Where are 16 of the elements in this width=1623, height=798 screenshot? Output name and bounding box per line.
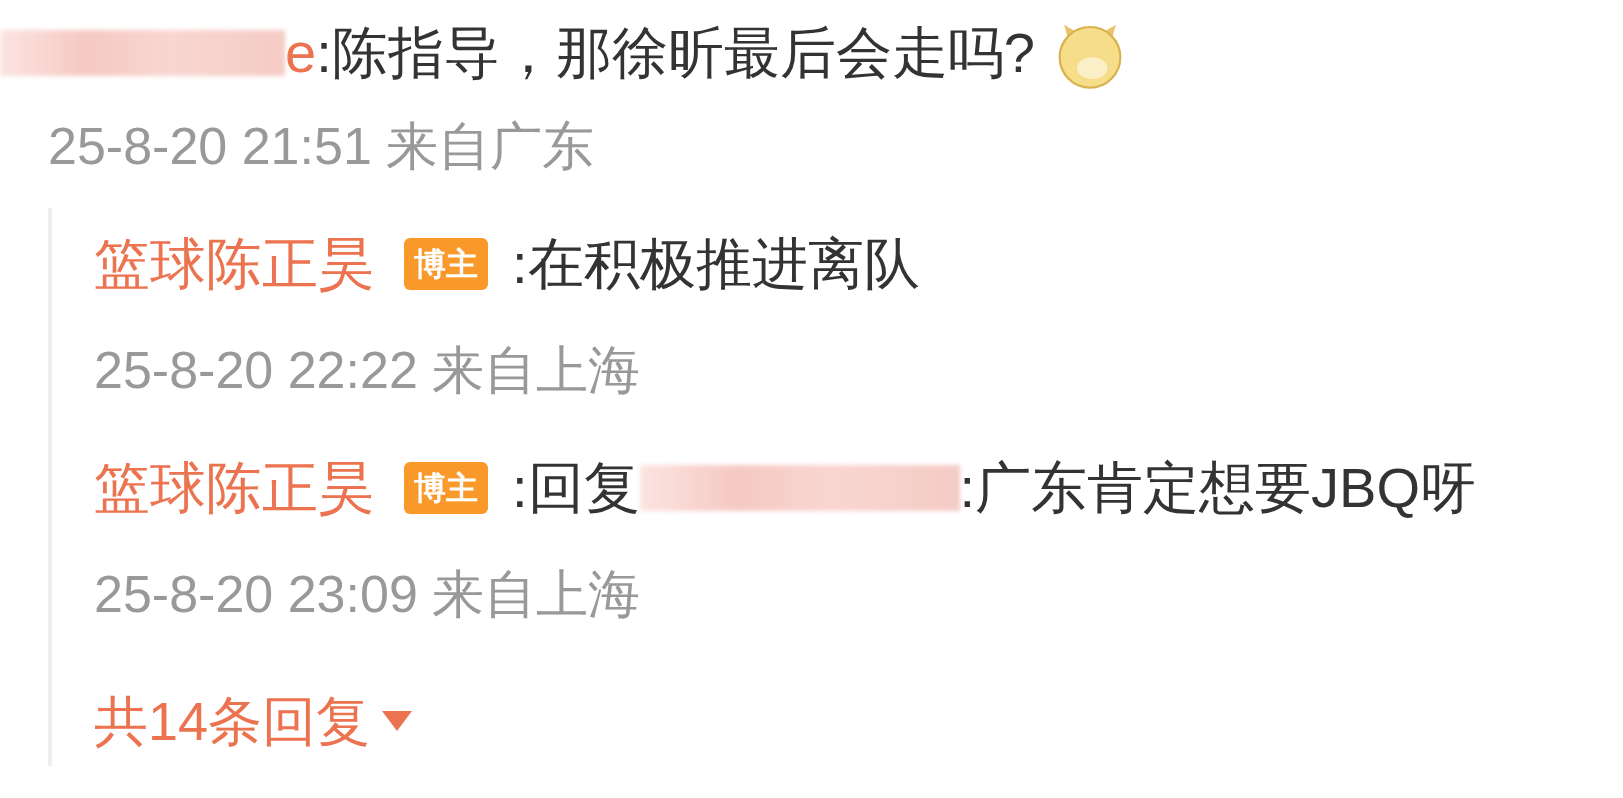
username[interactable]: e xyxy=(285,17,317,89)
username[interactable]: 篮球陈正昊 xyxy=(94,228,374,300)
more-replies-link[interactable]: 共14条回复 xyxy=(94,686,413,756)
reply-text: :在积极推进离队 xyxy=(512,231,920,297)
timestamp: 25-8-20 21:51 xyxy=(48,116,372,177)
reply-prefix: :回复 xyxy=(512,455,640,521)
blogger-badge: 博主 xyxy=(404,462,488,514)
reply-text: :广东肯定想要JBQ呀 xyxy=(959,455,1477,521)
location: 来自上海 xyxy=(431,340,640,401)
location: 来自上海 xyxy=(431,564,640,625)
timestamp: 25-8-20 23:09 xyxy=(94,564,418,625)
blogger-badge: 博主 xyxy=(404,238,488,290)
username[interactable]: 篮球陈正昊 xyxy=(94,452,374,524)
location: 来自广东 xyxy=(385,116,594,177)
comment-text: :陈指导，那徐昕最后会走吗? xyxy=(316,20,1035,86)
timestamp: 25-8-20 22:22 xyxy=(94,340,418,401)
